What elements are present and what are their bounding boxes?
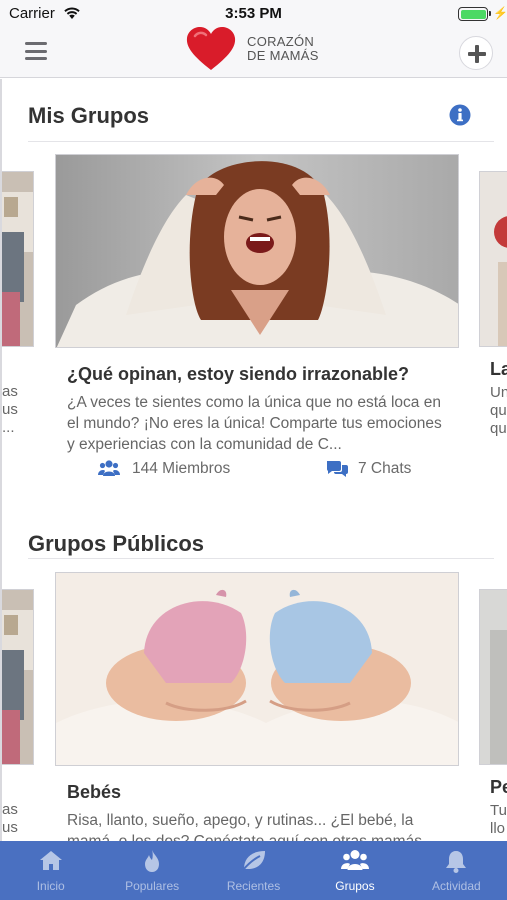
- section-title-mis-grupos: Mis Grupos: [28, 103, 150, 128]
- next-public-card-title: Pe: [490, 777, 507, 797]
- tab-bar: Inicio Populares Recientes Grupos Activi…: [0, 841, 507, 900]
- heart-logo-icon: [186, 27, 236, 70]
- battery-icon: [458, 7, 491, 21]
- users-icon: [340, 850, 369, 870]
- tab-actividad[interactable]: Actividad: [406, 841, 507, 900]
- group-card-image[interactable]: [55, 154, 459, 348]
- tab-populares[interactable]: Populares: [101, 841, 202, 900]
- tab-inicio[interactable]: Inicio: [0, 841, 101, 900]
- groups-content[interactable]: Mis Grupos as us ... ¿Qué opinan, estoy …: [0, 79, 507, 841]
- public-group-card-image[interactable]: [55, 572, 459, 766]
- flame-icon: [145, 850, 160, 872]
- tab-grupos[interactable]: Grupos: [304, 841, 405, 900]
- stressed-woman-photo: [56, 155, 458, 347]
- logo-line1: CORAZÓN: [247, 34, 315, 49]
- section-title-grupos-publicos: Grupos Públicos: [28, 531, 205, 556]
- hamburger-menu-icon[interactable]: [25, 42, 47, 62]
- add-button[interactable]: [459, 36, 493, 70]
- logo-line2: DE MAMÁS: [247, 48, 319, 63]
- next-public-group-image: [480, 590, 507, 764]
- next-group-card[interactable]: [479, 171, 507, 347]
- info-icon[interactable]: [449, 104, 471, 126]
- next-card-text: Un qu qu: [490, 384, 507, 437]
- status-time: 3:53 PM: [225, 5, 282, 22]
- members-count[interactable]: 144 Miembros: [98, 459, 248, 481]
- previous-group-card[interactable]: [2, 171, 34, 347]
- previous-public-group-image: [2, 590, 33, 764]
- nav-bar: CORAZÓN DE MAMÁS: [0, 26, 507, 78]
- section-divider: [28, 558, 494, 559]
- users-icon: [98, 460, 120, 476]
- chats-count[interactable]: 7 Chats: [326, 459, 426, 481]
- section-divider: [28, 141, 494, 142]
- previous-card-text: as us ...: [2, 383, 18, 436]
- next-public-group-card[interactable]: [479, 589, 507, 765]
- next-public-card-text: Tu llo: [490, 802, 507, 837]
- public-group-card-title[interactable]: Bebés: [67, 782, 121, 803]
- public-group-card-description: Risa, llanto, sueño, apego, y rutinas...…: [67, 812, 422, 841]
- previous-public-card-text: as us: [2, 801, 18, 836]
- status-bar: Carrier 3:53 PM ⚡: [0, 0, 507, 28]
- app-logo: CORAZÓN DE MAMÁS: [185, 26, 335, 72]
- group-card-title[interactable]: ¿Qué opinan, estoy siendo irrazonable?: [67, 364, 409, 385]
- group-card-description: ¿A veces te sientes como la única que no…: [67, 394, 442, 453]
- previous-public-group-card[interactable]: [2, 589, 34, 765]
- chat-bubbles-icon: [326, 461, 348, 477]
- next-card-title: La: [490, 359, 507, 379]
- home-icon: [39, 851, 62, 870]
- bell-icon: [446, 851, 467, 873]
- next-group-image: [480, 172, 507, 346]
- previous-group-image: [2, 172, 33, 346]
- twin-babies-photo: [56, 573, 458, 765]
- tab-recientes[interactable]: Recientes: [203, 841, 304, 900]
- leaf-icon: [241, 851, 265, 871]
- charging-bolt-icon: ⚡: [493, 6, 507, 20]
